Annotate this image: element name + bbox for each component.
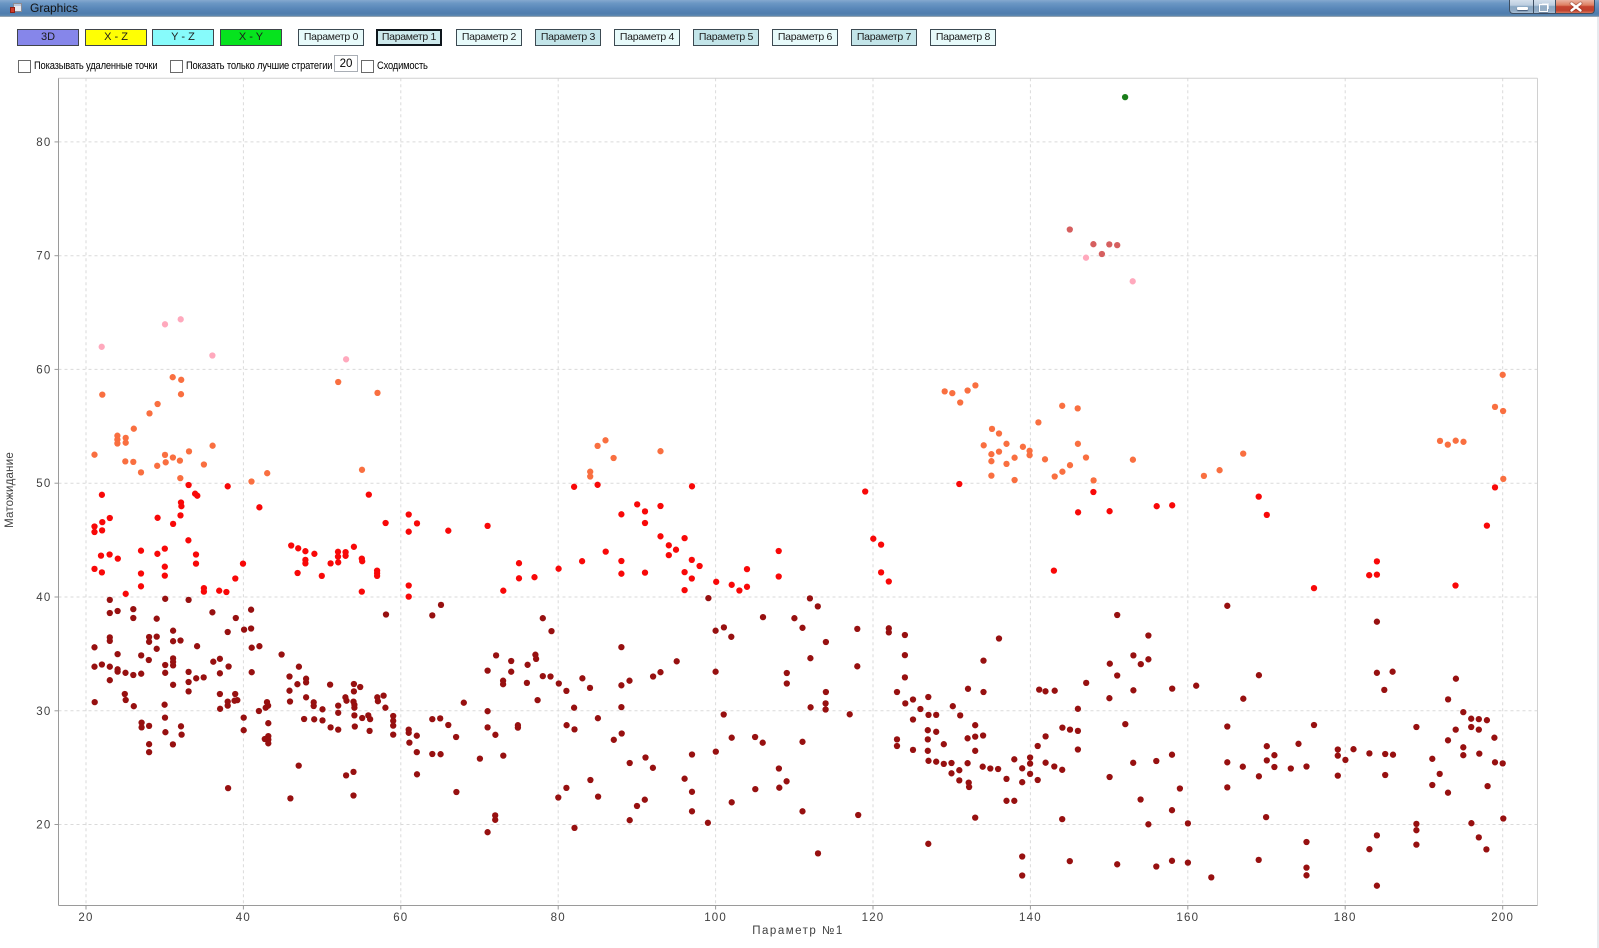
svg-text:80: 80 [36,137,51,149]
svg-text:180: 180 [1334,912,1357,924]
svg-text:20: 20 [78,912,93,924]
svg-text:120: 120 [862,912,885,924]
svg-text:160: 160 [1176,912,1199,924]
svg-text:60: 60 [393,912,408,924]
svg-text:140: 140 [1019,912,1042,924]
svg-text:100: 100 [704,912,727,924]
svg-text:40: 40 [36,592,51,604]
svg-text:50: 50 [36,478,51,490]
svg-text:70: 70 [36,251,51,263]
svg-text:Матожидание: Матожидание [4,452,16,528]
svg-text:60: 60 [36,364,51,376]
svg-text:20: 20 [36,820,51,832]
svg-text:Параметр №1: Параметр №1 [752,925,843,937]
svg-text:80: 80 [551,912,566,924]
svg-text:200: 200 [1491,912,1514,924]
svg-text:40: 40 [236,912,251,924]
svg-text:30: 30 [36,706,51,718]
